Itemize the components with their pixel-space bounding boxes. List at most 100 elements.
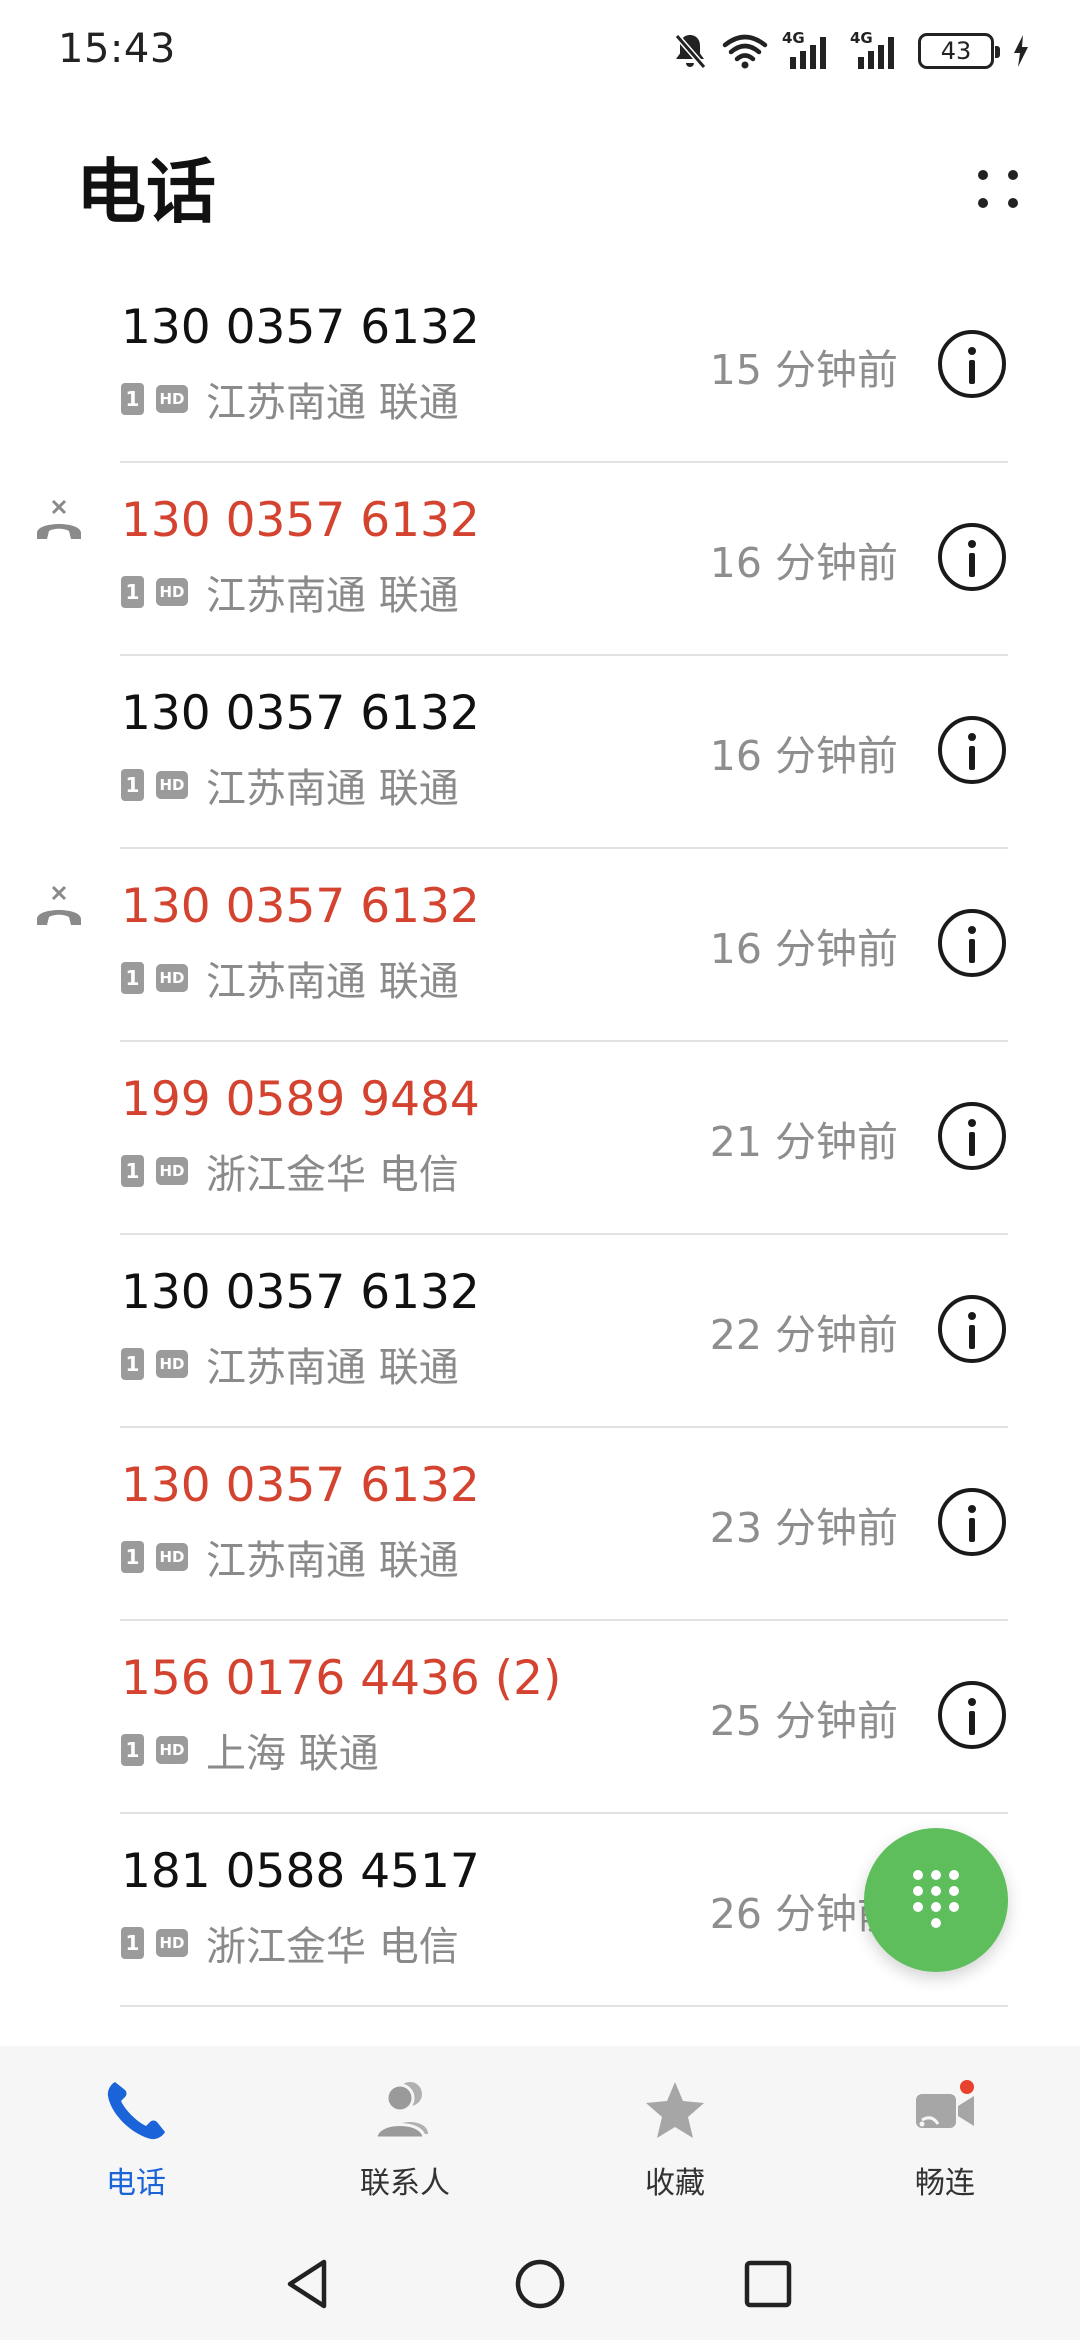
- caller-location: 浙江金华 电信: [206, 1152, 459, 1198]
- signal-bars-icon: [790, 37, 826, 69]
- more-options-button[interactable]: [966, 154, 1030, 218]
- dialpad-icon: [911, 1870, 961, 1934]
- phone-number: 130 0357 6132: [121, 300, 480, 355]
- caller-location: 江苏南通 联通: [206, 766, 459, 812]
- call-log-item[interactable]: 130 0357 6132 1 HD 江苏南通 联通 22 分钟前: [0, 1235, 1080, 1428]
- call-time: 21 分钟前: [709, 1118, 898, 1166]
- page-title: 电话: [76, 151, 216, 233]
- signal-bars-icon: [858, 37, 894, 69]
- cellular-signal-2: 4G: [850, 29, 904, 71]
- hd-call-badge: HD: [156, 1157, 188, 1185]
- sim-card-icon: 1: [121, 1155, 144, 1187]
- caller-location: 江苏南通 联通: [206, 1345, 459, 1391]
- star-icon: [640, 2076, 710, 2146]
- phone-number: 130 0357 6132: [121, 879, 480, 934]
- phone-number: 130 0357 6132: [121, 1265, 480, 1320]
- hd-call-badge: HD: [156, 1929, 188, 1957]
- call-details: 1 HD 浙江金华 电信: [121, 1914, 459, 1972]
- call-details: 1 HD 江苏南通 联通: [121, 1528, 459, 1586]
- back-icon[interactable]: [278, 2254, 338, 2314]
- rejected-call-icon: [37, 885, 81, 925]
- call-log-item[interactable]: 156 0176 4436 (2) 1 HD 上海 联通 25 分钟前: [0, 1621, 1080, 1814]
- tab-favorites[interactable]: 收藏: [575, 2066, 775, 2216]
- row-divider: [120, 2005, 1008, 2007]
- status-icons: 4G 4G 43: [672, 28, 1030, 74]
- call-info-button[interactable]: [938, 716, 1006, 784]
- bell-muted-icon: [674, 34, 707, 69]
- call-log-item[interactable]: 130 0357 6132 1 HD 江苏南通 联通 16 分钟前: [0, 463, 1080, 656]
- phone-number: 181 0588 4517: [121, 1844, 480, 1899]
- phone-number: 156 0176 4436 (2): [121, 1651, 562, 1706]
- call-info-button[interactable]: [938, 1681, 1006, 1749]
- status-bar: 15:43 4G 4G 43: [0, 0, 1080, 104]
- call-info-button[interactable]: [938, 330, 1006, 398]
- charging-icon: [1014, 35, 1028, 67]
- tab-label: 电话: [106, 2166, 166, 2201]
- tab-contacts[interactable]: 联系人: [305, 2066, 505, 2216]
- call-time: 16 分钟前: [709, 539, 898, 587]
- caller-location: 上海 联通: [206, 1731, 379, 1777]
- call-log-item[interactable]: 130 0357 6132 1 HD 江苏南通 联通 16 分钟前: [0, 849, 1080, 1042]
- tab-label: 联系人: [360, 2166, 450, 2201]
- caller-location: 江苏南通 联通: [206, 959, 459, 1005]
- call-time: 15 分钟前: [709, 346, 898, 394]
- call-log-item[interactable]: 199 0589 9484 1 HD 浙江金华 电信 21 分钟前: [0, 1042, 1080, 1235]
- cellular-signal-1: 4G: [782, 29, 836, 71]
- sim-card-icon: 1: [121, 1541, 144, 1573]
- sim-card-icon: 1: [121, 1927, 144, 1959]
- sim-card-icon: 1: [121, 962, 144, 994]
- call-time: 16 分钟前: [709, 925, 898, 973]
- sim-card-icon: 1: [121, 576, 144, 608]
- sim-card-icon: 1: [121, 1348, 144, 1380]
- more-dot: [1008, 198, 1018, 208]
- call-details: 1 HD 江苏南通 联通: [121, 756, 459, 814]
- rejected-call-icon: [37, 499, 81, 539]
- call-info-button[interactable]: [938, 1102, 1006, 1170]
- call-info-button[interactable]: [938, 1488, 1006, 1556]
- call-info-button[interactable]: [938, 909, 1006, 977]
- call-details: 1 HD 江苏南通 联通: [121, 563, 459, 621]
- call-log-item[interactable]: 130 0357 6132 1 HD 江苏南通 联通 16 分钟前: [0, 656, 1080, 849]
- battery-indicator: 43: [918, 33, 1000, 69]
- more-dot: [1008, 170, 1018, 180]
- tab-phone[interactable]: 电话: [36, 2066, 236, 2216]
- caller-location: 浙江金华 电信: [206, 1924, 459, 1970]
- tab-meetime[interactable]: 畅连: [845, 2066, 1045, 2216]
- home-icon[interactable]: [510, 2254, 570, 2314]
- call-details: 1 HD 浙江金华 电信: [121, 1142, 459, 1200]
- recents-icon[interactable]: [738, 2254, 798, 2314]
- sim-card-icon: 1: [121, 1734, 144, 1766]
- call-info-button[interactable]: [938, 523, 1006, 591]
- phone-number: 199 0589 9484: [121, 1072, 480, 1127]
- call-details: 1 HD 江苏南通 联通: [121, 1335, 459, 1393]
- call-log-list: 130 0357 6132 1 HD 江苏南通 联通 15 分钟前 130 0357 61…: [0, 270, 1080, 2007]
- wifi-icon: [722, 34, 768, 69]
- call-time: 22 分钟前: [709, 1311, 898, 1359]
- phone-number: 130 0357 6132: [121, 493, 480, 548]
- call-details: 1 HD 上海 联通: [121, 1721, 379, 1779]
- more-dot: [978, 170, 988, 180]
- call-log-item[interactable]: 130 0357 6132 1 HD 江苏南通 联通 15 分钟前: [0, 270, 1080, 463]
- call-details: 1 HD 江苏南通 联通: [121, 370, 459, 428]
- tab-label: 收藏: [645, 2166, 705, 2201]
- hd-call-badge: HD: [156, 578, 188, 606]
- contacts-icon: [370, 2076, 440, 2146]
- call-time: 25 分钟前: [709, 1697, 898, 1745]
- bottom-navigation: 电话 联系人 收藏 畅连: [0, 2046, 1080, 2226]
- call-log-item[interactable]: 130 0357 6132 1 HD 江苏南通 联通 23 分钟前: [0, 1428, 1080, 1621]
- more-dot: [978, 198, 988, 208]
- call-time: 16 分钟前: [709, 732, 898, 780]
- caller-location: 江苏南通 联通: [206, 380, 459, 426]
- caller-location: 江苏南通 联通: [206, 573, 459, 619]
- hd-call-badge: HD: [156, 1736, 188, 1764]
- call-info-button[interactable]: [938, 1295, 1006, 1363]
- notification-badge: [958, 2078, 976, 2096]
- call-details: 1 HD 江苏南通 联通: [121, 949, 459, 1007]
- status-time: 15:43: [58, 26, 176, 72]
- caller-location: 江苏南通 联通: [206, 1538, 459, 1584]
- hd-call-badge: HD: [156, 771, 188, 799]
- phone-number: 130 0357 6132: [121, 1458, 480, 1513]
- dialpad-button[interactable]: [864, 1828, 1008, 1972]
- hd-call-badge: HD: [156, 1350, 188, 1378]
- sim-card-icon: 1: [121, 769, 144, 801]
